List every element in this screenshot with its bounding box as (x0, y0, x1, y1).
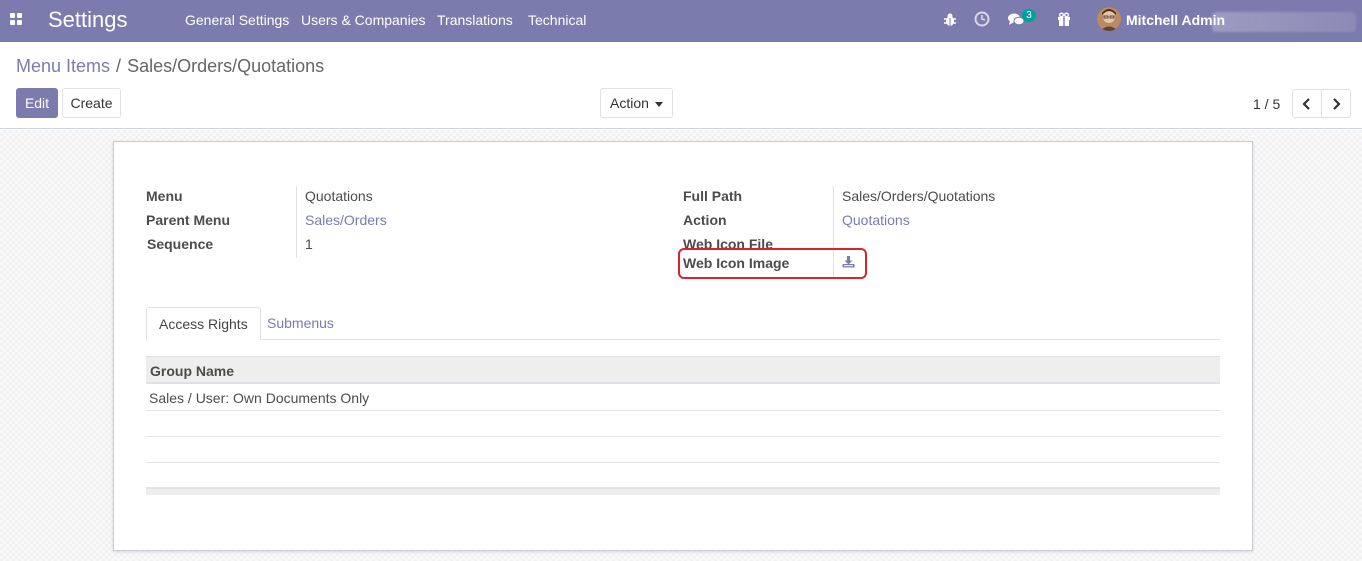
table-empty-row (146, 411, 1220, 437)
chat-badge: 3 (1022, 9, 1036, 22)
menu-general-settings[interactable]: General Settings (185, 12, 289, 28)
sequence-label: Sequence (147, 236, 214, 252)
group-name-cell: Sales / User: Own Documents Only (149, 390, 370, 406)
menu-translations[interactable]: Translations (437, 12, 513, 28)
pager-value[interactable]: 1 / 5 (1253, 96, 1280, 112)
user-avatar[interactable] (1097, 7, 1121, 31)
tab-submenus[interactable]: Submenus (255, 307, 346, 340)
breadcrumb-current: Sales/Orders/Quotations (127, 56, 325, 76)
web-icon-image-highlight (678, 248, 867, 279)
menu-technical[interactable]: Technical (528, 12, 586, 28)
caret-down-icon (654, 101, 663, 107)
column-group-name[interactable]: Group Name (150, 363, 234, 379)
action-label: Action (610, 95, 649, 111)
table-empty-row (146, 462, 1220, 488)
edit-button[interactable]: Edit (16, 88, 58, 118)
left-group-divider (296, 186, 297, 258)
apps-menu-icon[interactable] (10, 13, 23, 26)
table-footer (146, 488, 1220, 495)
full-path-value: Sales/Orders/Quotations (842, 188, 996, 204)
tab-access-rights[interactable]: Access Rights (146, 307, 261, 340)
menu-label: Menu (146, 188, 183, 204)
pager-previous-button[interactable] (1292, 89, 1322, 118)
full-path-label: Full Path (683, 188, 743, 204)
action-link[interactable]: Quotations (842, 212, 910, 228)
menu-users-companies[interactable]: Users & Companies (301, 12, 426, 28)
top-navbar: Settings General Settings Users & Compan… (0, 0, 1362, 42)
parent-menu-link[interactable]: Sales/Orders (305, 212, 387, 228)
chevron-right-icon (1333, 97, 1341, 110)
pager-next-button[interactable] (1321, 89, 1351, 118)
action-field-label: Action (683, 212, 727, 228)
sequence-value: 1 (305, 236, 313, 252)
breadcrumb-parent[interactable]: Menu Items (16, 56, 110, 76)
action-dropdown[interactable]: Action (600, 88, 673, 118)
table-row[interactable]: Sales / User: Own Documents Only (146, 385, 1220, 411)
control-panel: Menu Items / Sales/Orders/Quotations Edit … (0, 42, 1362, 129)
user-name[interactable]: Mitchell Admin (1126, 12, 1225, 28)
parent-menu-label: Parent Menu (146, 212, 231, 228)
menu-value: Quotations (305, 188, 373, 204)
chevron-left-icon (1302, 97, 1310, 110)
create-button[interactable]: Create (62, 88, 121, 118)
debug-bug-icon[interactable] (941, 11, 959, 29)
table-header: Group Name (146, 356, 1220, 384)
activity-clock-icon[interactable] (973, 10, 991, 28)
app-title[interactable]: Settings (48, 7, 128, 33)
breadcrumb: Menu Items / Sales/Orders/Quotations (16, 56, 324, 77)
company-switcher[interactable] (1212, 12, 1356, 32)
table-empty-row (146, 437, 1220, 463)
breadcrumb-separator: / (116, 56, 122, 76)
gift-icon[interactable] (1055, 10, 1073, 28)
